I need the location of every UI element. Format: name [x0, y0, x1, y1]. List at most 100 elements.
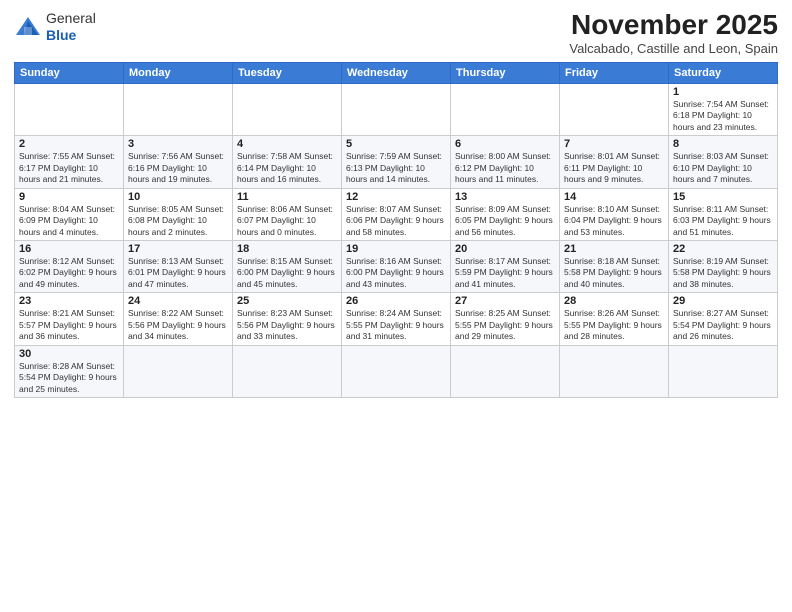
day-number: 26 [346, 295, 446, 307]
calendar-cell [15, 83, 124, 135]
calendar-cell: 26Sunrise: 8:24 AM Sunset: 5:55 PM Dayli… [342, 293, 451, 345]
day-number: 16 [19, 243, 119, 255]
day-info: Sunrise: 8:25 AM Sunset: 5:55 PM Dayligh… [455, 308, 555, 342]
calendar-cell: 14Sunrise: 8:10 AM Sunset: 6:04 PM Dayli… [560, 188, 669, 240]
day-number: 3 [128, 138, 228, 150]
calendar-cell: 5Sunrise: 7:59 AM Sunset: 6:13 PM Daylig… [342, 136, 451, 188]
calendar-cell: 27Sunrise: 8:25 AM Sunset: 5:55 PM Dayli… [451, 293, 560, 345]
day-number: 12 [346, 191, 446, 203]
calendar-cell: 21Sunrise: 8:18 AM Sunset: 5:58 PM Dayli… [560, 241, 669, 293]
day-info: Sunrise: 8:10 AM Sunset: 6:04 PM Dayligh… [564, 204, 664, 238]
calendar-cell: 22Sunrise: 8:19 AM Sunset: 5:58 PM Dayli… [669, 241, 778, 293]
day-info: Sunrise: 8:22 AM Sunset: 5:56 PM Dayligh… [128, 308, 228, 342]
calendar-cell: 9Sunrise: 8:04 AM Sunset: 6:09 PM Daylig… [15, 188, 124, 240]
day-info: Sunrise: 7:54 AM Sunset: 6:18 PM Dayligh… [673, 99, 773, 133]
calendar-cell [342, 83, 451, 135]
logo-text: General Blue [46, 10, 96, 44]
calendar: SundayMondayTuesdayWednesdayThursdayFrid… [14, 62, 778, 398]
day-number: 1 [673, 86, 773, 98]
calendar-cell: 29Sunrise: 8:27 AM Sunset: 5:54 PM Dayli… [669, 293, 778, 345]
calendar-cell [451, 83, 560, 135]
calendar-cell: 30Sunrise: 8:28 AM Sunset: 5:54 PM Dayli… [15, 345, 124, 397]
day-number: 28 [564, 295, 664, 307]
day-number: 9 [19, 191, 119, 203]
calendar-cell: 3Sunrise: 7:56 AM Sunset: 6:16 PM Daylig… [124, 136, 233, 188]
day-info: Sunrise: 8:18 AM Sunset: 5:58 PM Dayligh… [564, 256, 664, 290]
subtitle: Valcabado, Castille and Leon, Spain [569, 41, 778, 56]
calendar-week-row: 9Sunrise: 8:04 AM Sunset: 6:09 PM Daylig… [15, 188, 778, 240]
calendar-cell: 10Sunrise: 8:05 AM Sunset: 6:08 PM Dayli… [124, 188, 233, 240]
day-number: 5 [346, 138, 446, 150]
logo: General Blue [14, 10, 96, 44]
calendar-cell: 24Sunrise: 8:22 AM Sunset: 5:56 PM Dayli… [124, 293, 233, 345]
day-info: Sunrise: 8:28 AM Sunset: 5:54 PM Dayligh… [19, 361, 119, 395]
calendar-cell: 28Sunrise: 8:26 AM Sunset: 5:55 PM Dayli… [560, 293, 669, 345]
day-number: 27 [455, 295, 555, 307]
calendar-cell: 16Sunrise: 8:12 AM Sunset: 6:02 PM Dayli… [15, 241, 124, 293]
day-number: 18 [237, 243, 337, 255]
calendar-cell: 12Sunrise: 8:07 AM Sunset: 6:06 PM Dayli… [342, 188, 451, 240]
day-info: Sunrise: 8:26 AM Sunset: 5:55 PM Dayligh… [564, 308, 664, 342]
calendar-header-friday: Friday [560, 62, 669, 83]
calendar-header-wednesday: Wednesday [342, 62, 451, 83]
day-number: 8 [673, 138, 773, 150]
calendar-week-row: 1Sunrise: 7:54 AM Sunset: 6:18 PM Daylig… [15, 83, 778, 135]
day-number: 24 [128, 295, 228, 307]
calendar-cell [342, 345, 451, 397]
logo-icon [14, 13, 42, 41]
page: General Blue November 2025 Valcabado, Ca… [0, 0, 792, 612]
calendar-header-row: SundayMondayTuesdayWednesdayThursdayFrid… [15, 62, 778, 83]
calendar-cell: 4Sunrise: 7:58 AM Sunset: 6:14 PM Daylig… [233, 136, 342, 188]
calendar-cell [560, 345, 669, 397]
calendar-week-row: 16Sunrise: 8:12 AM Sunset: 6:02 PM Dayli… [15, 241, 778, 293]
calendar-header-sunday: Sunday [15, 62, 124, 83]
day-number: 21 [564, 243, 664, 255]
calendar-header-thursday: Thursday [451, 62, 560, 83]
calendar-cell [451, 345, 560, 397]
day-info: Sunrise: 8:15 AM Sunset: 6:00 PM Dayligh… [237, 256, 337, 290]
logo-blue: Blue [46, 27, 96, 44]
day-number: 30 [19, 348, 119, 360]
day-number: 2 [19, 138, 119, 150]
calendar-cell: 1Sunrise: 7:54 AM Sunset: 6:18 PM Daylig… [669, 83, 778, 135]
day-info: Sunrise: 8:27 AM Sunset: 5:54 PM Dayligh… [673, 308, 773, 342]
day-info: Sunrise: 8:12 AM Sunset: 6:02 PM Dayligh… [19, 256, 119, 290]
title-area: November 2025 Valcabado, Castille and Le… [569, 10, 778, 56]
calendar-cell [124, 345, 233, 397]
day-number: 22 [673, 243, 773, 255]
day-info: Sunrise: 7:55 AM Sunset: 6:17 PM Dayligh… [19, 151, 119, 185]
day-info: Sunrise: 8:00 AM Sunset: 6:12 PM Dayligh… [455, 151, 555, 185]
calendar-cell: 11Sunrise: 8:06 AM Sunset: 6:07 PM Dayli… [233, 188, 342, 240]
calendar-header-saturday: Saturday [669, 62, 778, 83]
calendar-cell: 20Sunrise: 8:17 AM Sunset: 5:59 PM Dayli… [451, 241, 560, 293]
calendar-cell: 18Sunrise: 8:15 AM Sunset: 6:00 PM Dayli… [233, 241, 342, 293]
day-number: 11 [237, 191, 337, 203]
day-number: 29 [673, 295, 773, 307]
calendar-cell: 23Sunrise: 8:21 AM Sunset: 5:57 PM Dayli… [15, 293, 124, 345]
day-number: 6 [455, 138, 555, 150]
day-info: Sunrise: 8:19 AM Sunset: 5:58 PM Dayligh… [673, 256, 773, 290]
day-number: 4 [237, 138, 337, 150]
calendar-week-row: 30Sunrise: 8:28 AM Sunset: 5:54 PM Dayli… [15, 345, 778, 397]
day-info: Sunrise: 8:05 AM Sunset: 6:08 PM Dayligh… [128, 204, 228, 238]
day-info: Sunrise: 7:58 AM Sunset: 6:14 PM Dayligh… [237, 151, 337, 185]
day-info: Sunrise: 8:23 AM Sunset: 5:56 PM Dayligh… [237, 308, 337, 342]
day-info: Sunrise: 8:13 AM Sunset: 6:01 PM Dayligh… [128, 256, 228, 290]
calendar-week-row: 23Sunrise: 8:21 AM Sunset: 5:57 PM Dayli… [15, 293, 778, 345]
calendar-cell [233, 83, 342, 135]
calendar-cell: 8Sunrise: 8:03 AM Sunset: 6:10 PM Daylig… [669, 136, 778, 188]
calendar-week-row: 2Sunrise: 7:55 AM Sunset: 6:17 PM Daylig… [15, 136, 778, 188]
calendar-header-tuesday: Tuesday [233, 62, 342, 83]
calendar-cell: 13Sunrise: 8:09 AM Sunset: 6:05 PM Dayli… [451, 188, 560, 240]
day-number: 23 [19, 295, 119, 307]
calendar-cell: 17Sunrise: 8:13 AM Sunset: 6:01 PM Dayli… [124, 241, 233, 293]
calendar-header-monday: Monday [124, 62, 233, 83]
calendar-cell: 6Sunrise: 8:00 AM Sunset: 6:12 PM Daylig… [451, 136, 560, 188]
day-info: Sunrise: 8:06 AM Sunset: 6:07 PM Dayligh… [237, 204, 337, 238]
day-number: 20 [455, 243, 555, 255]
day-info: Sunrise: 8:04 AM Sunset: 6:09 PM Dayligh… [19, 204, 119, 238]
day-number: 17 [128, 243, 228, 255]
day-info: Sunrise: 8:11 AM Sunset: 6:03 PM Dayligh… [673, 204, 773, 238]
calendar-cell: 25Sunrise: 8:23 AM Sunset: 5:56 PM Dayli… [233, 293, 342, 345]
day-number: 14 [564, 191, 664, 203]
